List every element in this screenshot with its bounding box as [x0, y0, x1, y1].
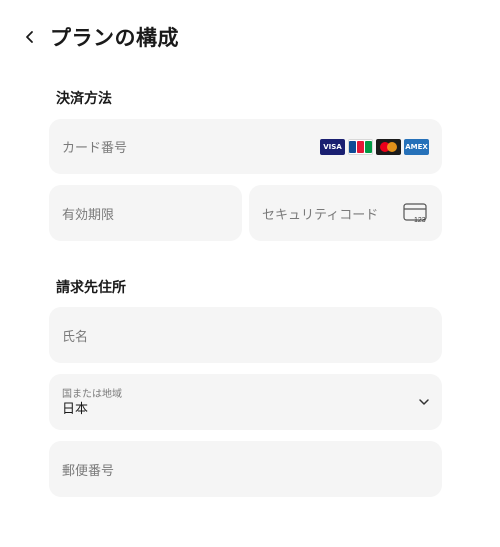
postal-code-placeholder: 郵便番号 — [62, 463, 115, 479]
visa-logo-text: VISA — [323, 142, 342, 151]
visa-logo: VISA — [320, 138, 345, 155]
jcb-logo — [348, 138, 373, 155]
cvc-sample-text: 123 — [414, 217, 426, 223]
country-select[interactable]: 国または地域 日本 — [49, 374, 442, 430]
back-button[interactable] — [18, 25, 42, 49]
expiry-field[interactable]: 有効期限 — [49, 185, 242, 241]
amex-logo: AMEX — [404, 138, 429, 155]
country-value: 日本 — [62, 402, 89, 417]
mastercard-logo — [376, 138, 401, 155]
country-label: 国または地域 — [62, 389, 122, 400]
chevron-left-icon — [26, 31, 33, 43]
expiry-placeholder: 有効期限 — [62, 207, 115, 223]
postal-code-field[interactable]: 郵便番号 — [49, 441, 442, 497]
card-cvc-icon: 123 — [403, 203, 427, 223]
name-placeholder: 氏名 — [62, 329, 89, 345]
payment-section-title: 決済方法 — [56, 91, 112, 107]
billing-section-title: 請求先住所 — [56, 280, 126, 296]
card-number-field[interactable]: カード番号 VISA AMEX — [49, 119, 442, 174]
chevron-down-icon — [419, 399, 429, 405]
name-field[interactable]: 氏名 — [49, 307, 442, 363]
amex-logo-text: AMEX — [405, 142, 428, 151]
card-number-placeholder: カード番号 — [62, 141, 128, 156]
card-brands: VISA AMEX — [320, 138, 429, 155]
header: プランの構成 — [18, 20, 179, 54]
security-code-field[interactable]: セキュリティコード 123 — [249, 185, 442, 241]
security-code-placeholder: セキュリティコード — [262, 207, 379, 223]
page-title: プランの構成 — [50, 26, 179, 50]
